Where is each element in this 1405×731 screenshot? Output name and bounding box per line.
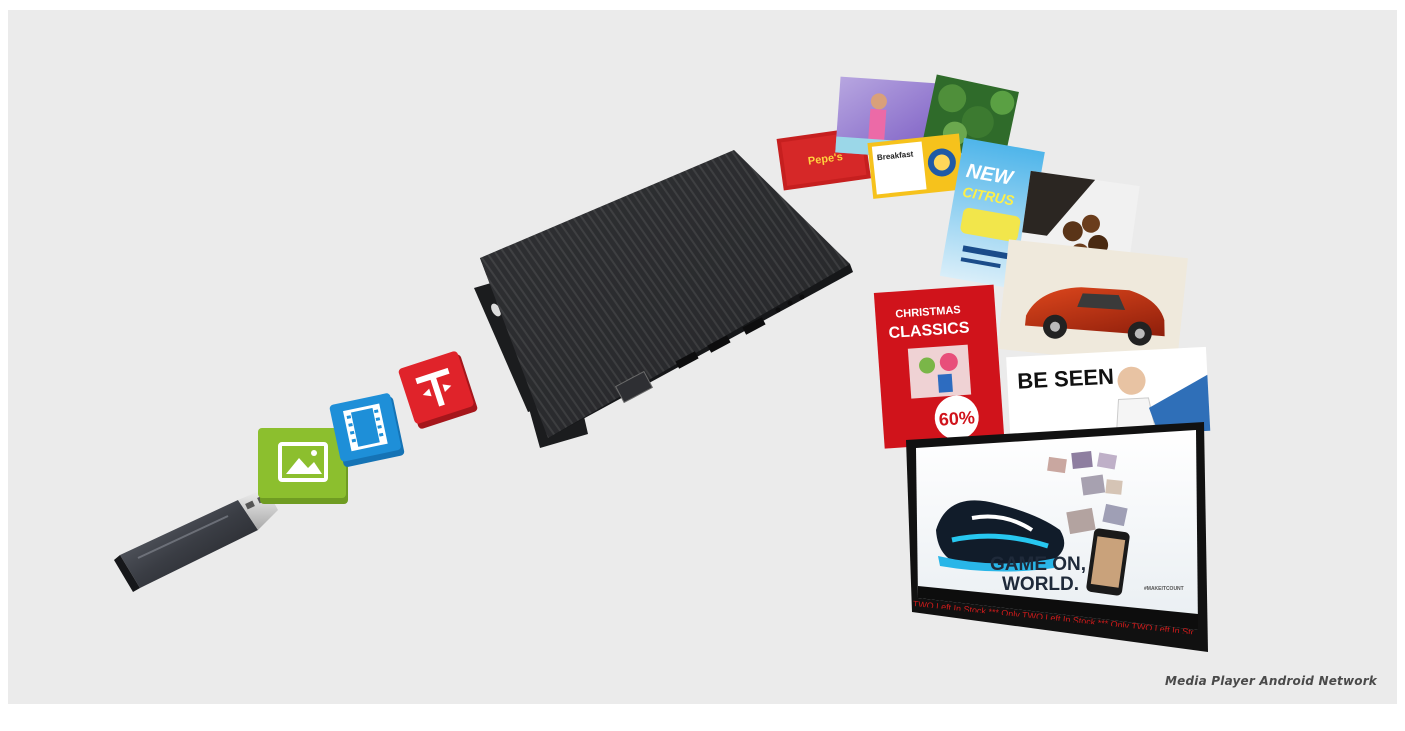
svg-text:60%: 60% xyxy=(938,407,975,429)
text-file-icon xyxy=(398,351,478,429)
svg-text:WORLD.: WORLD. xyxy=(1002,574,1079,595)
media-card-breakfast: Breakfast xyxy=(867,133,965,199)
video-file-icon xyxy=(329,393,405,467)
usb-drive-icon xyxy=(114,488,278,592)
svg-text:#MAKEITCOUNT: #MAKEITCOUNT xyxy=(1144,586,1184,592)
media-player-scene: Pepe's Breakfast NEW CITRUS BE SEEN CHRI… xyxy=(114,74,1211,652)
image-file-icon xyxy=(258,428,348,504)
media-card-christmas: CHRISTMAS CLASSICS 60% xyxy=(873,284,1005,449)
image-caption: Media Player Android Network xyxy=(1165,674,1377,688)
media-card-car xyxy=(997,239,1188,368)
svg-text:BE SEEN: BE SEEN xyxy=(1017,364,1115,394)
svg-text:GAME ON,: GAME ON, xyxy=(990,554,1086,575)
hero-illustration: Pepe's Breakfast NEW CITRUS BE SEEN CHRI… xyxy=(8,10,1397,704)
media-player-box xyxy=(474,150,853,448)
